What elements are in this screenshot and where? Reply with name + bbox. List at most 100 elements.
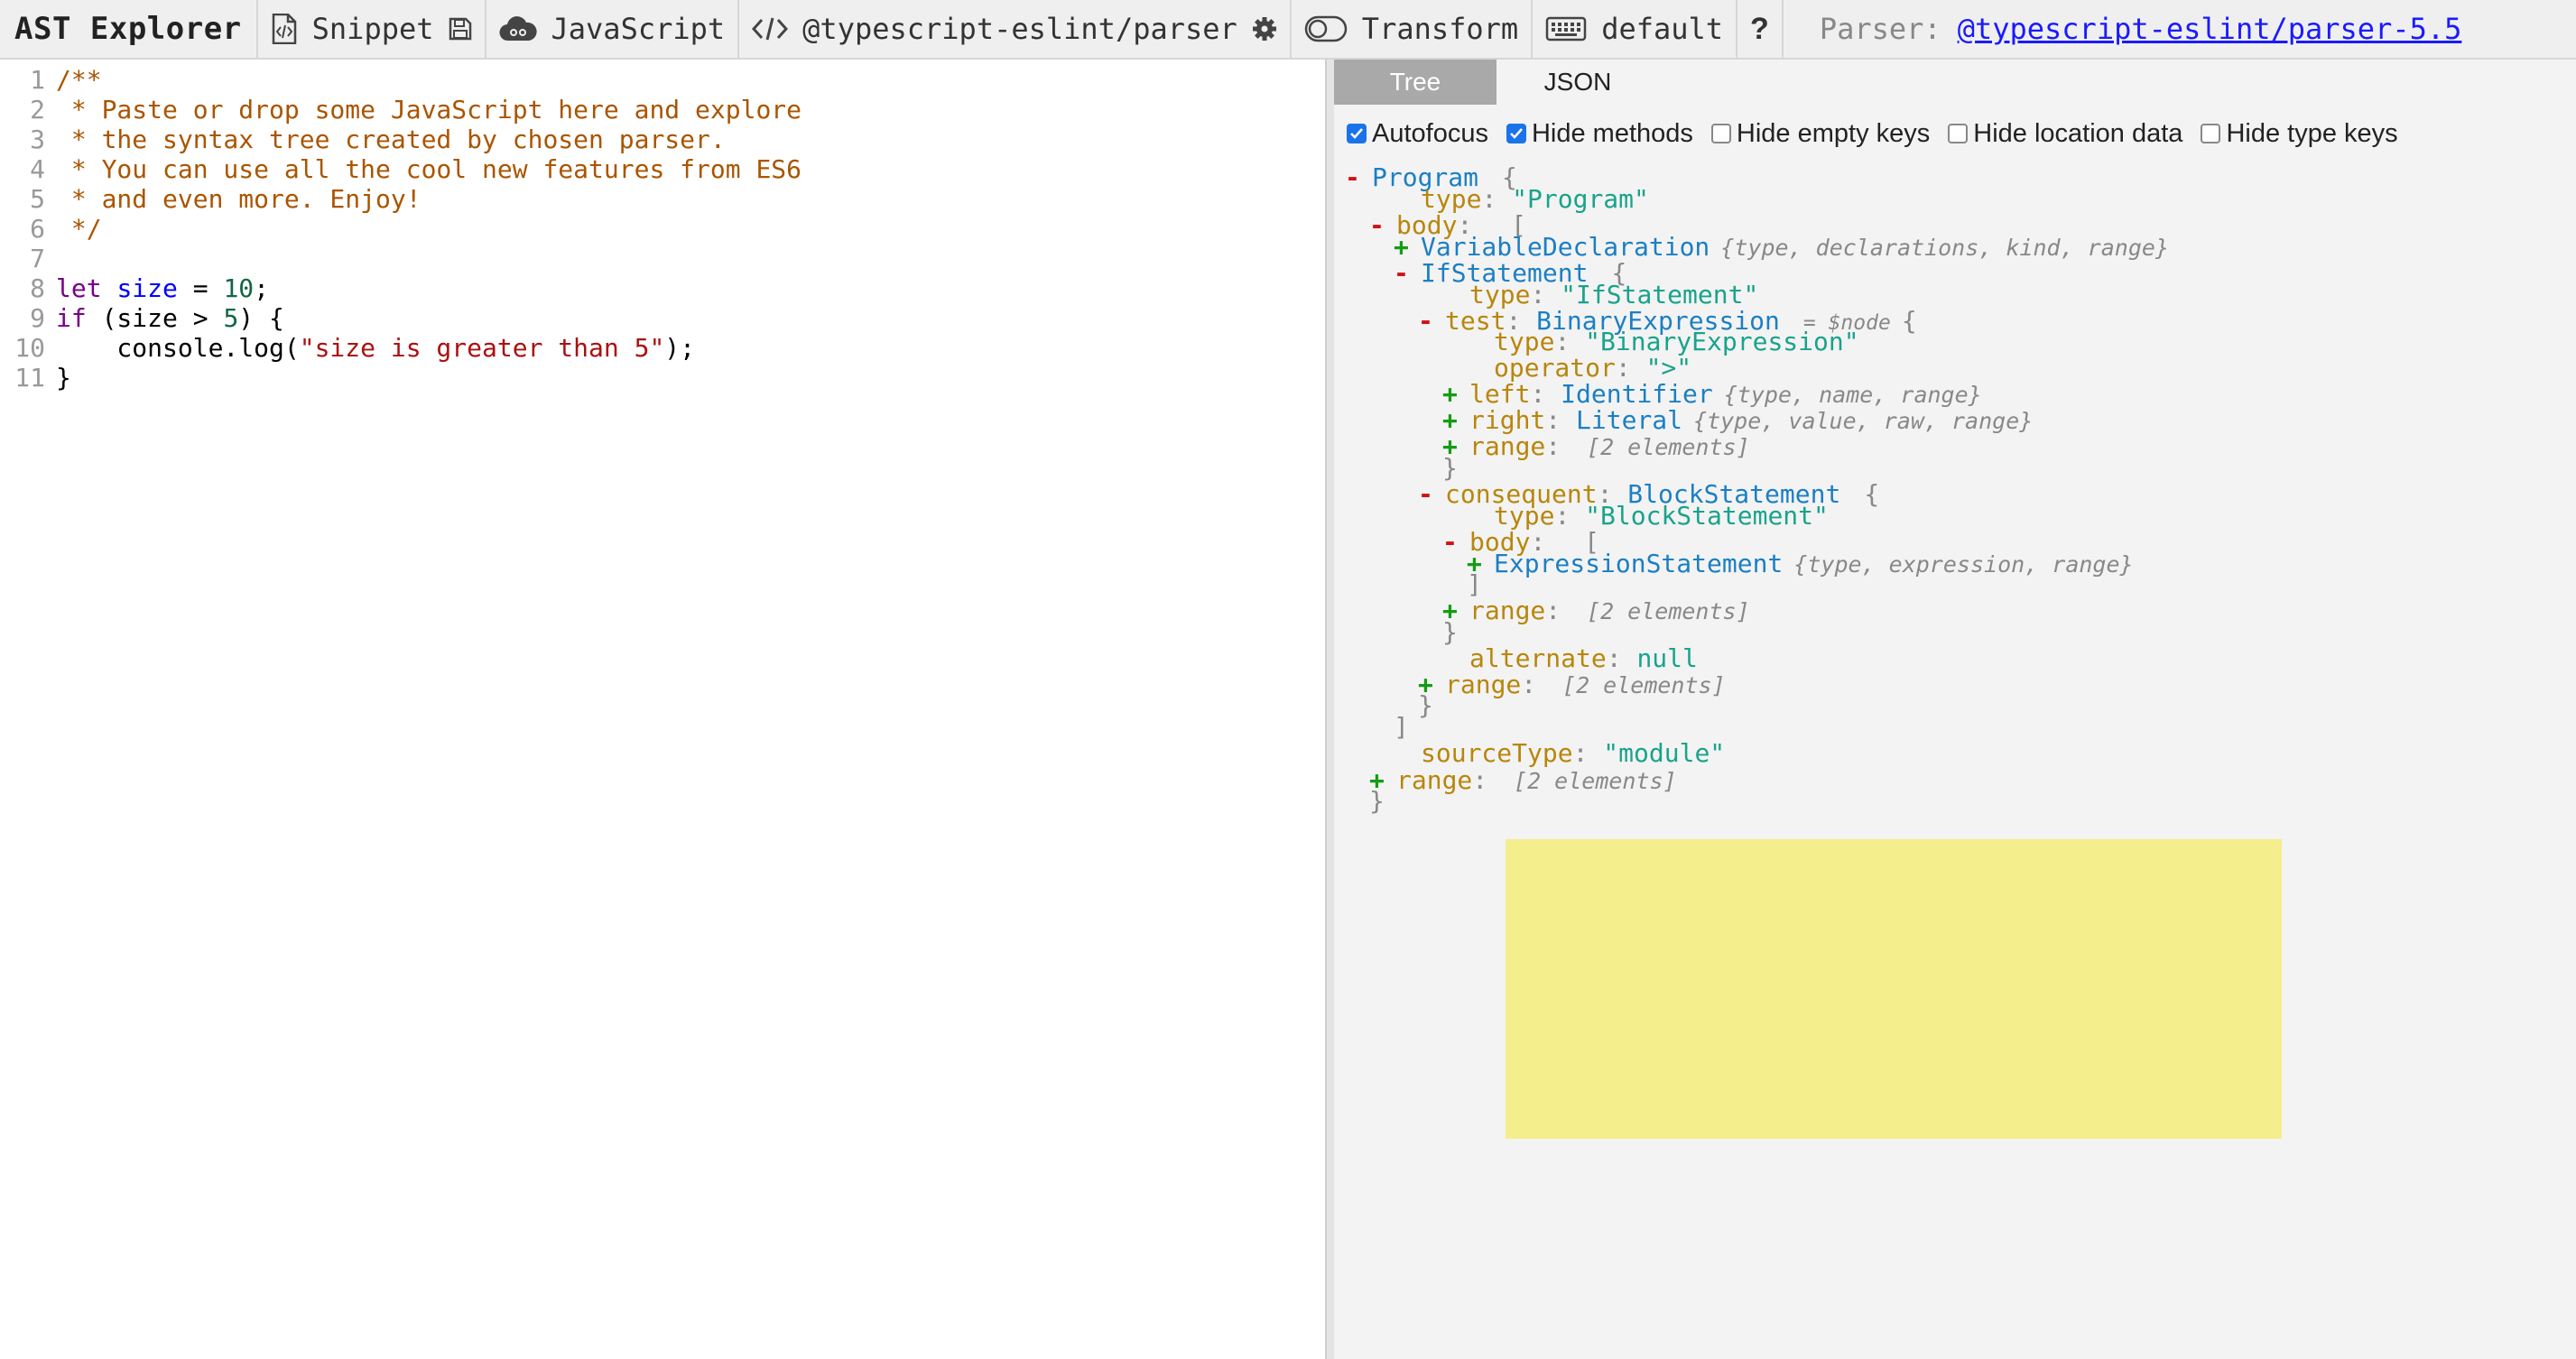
line-content: console.log("size is greater than 5");: [56, 333, 695, 363]
code-token: 10: [223, 273, 255, 303]
code-line: 5 * and even more. Enjoy!: [0, 184, 1325, 214]
checkbox[interactable]: [2201, 124, 2221, 143]
checkbox[interactable]: [1948, 124, 1969, 143]
snippet-label: Snippet: [311, 12, 434, 46]
line-number: 8: [30, 273, 45, 303]
collapse-toggle[interactable]: -: [1418, 306, 1445, 337]
parser-info-link[interactable]: @typescript-eslint/parser-5.5: [1958, 12, 2462, 46]
code-token: /**: [56, 65, 102, 95]
line-content: * You can use all the cool new features …: [56, 154, 802, 184]
colon: :: [1545, 596, 1577, 625]
colon: :: [1521, 670, 1552, 699]
bracket: {: [1864, 479, 1880, 509]
option-hide-location-data[interactable]: Hide location data: [1948, 119, 2182, 149]
tree-node[interactable]: + range: [2 elements]: [1442, 431, 1750, 462]
code-line: 1 /**: [0, 65, 1325, 95]
string-value: "module": [1603, 738, 1726, 768]
line-content: if (size > 5) {: [56, 303, 284, 333]
code-editor[interactable]: 1 /** 2 * Paste or drop some JavaScript he…: [0, 60, 1325, 1359]
collapse-toggle[interactable]: -: [1394, 258, 1421, 289]
node-summary: {type, expression, range}: [1793, 551, 2134, 578]
line-content: let size = 10;: [56, 273, 269, 303]
transform-toggle[interactable]: Transform: [1292, 0, 1534, 58]
toggle-icon: [1304, 15, 1348, 42]
output-tabs: Tree JSON: [1334, 60, 2576, 105]
option-label: Hide methods: [1531, 118, 1693, 148]
code-token: console.log(: [56, 333, 300, 363]
code-line: 3 * the syntax tree created by chosen pa…: [0, 125, 1325, 154]
parser-selector[interactable]: @typescript-eslint/parser: [739, 0, 1292, 58]
line-content: /**: [56, 65, 102, 95]
cloud-icon: [498, 15, 537, 42]
line-content: * the syntax tree created by chosen pars…: [56, 125, 726, 154]
collapse-toggle[interactable]: -: [1442, 527, 1469, 558]
code-token: let: [56, 273, 102, 303]
snippet-menu[interactable]: Snippet: [258, 0, 486, 58]
line-content: */: [56, 214, 102, 244]
parser-info: Parser: @typescript-eslint/parser-5.5: [1784, 0, 2462, 58]
collapse-toggle[interactable]: -: [1345, 162, 1372, 193]
code-token: * Paste or drop some JavaScript here and…: [56, 95, 802, 125]
code-token: * the syntax tree created by chosen pars…: [56, 125, 726, 154]
code-token: ) {: [238, 303, 284, 333]
code-line: 11}: [0, 363, 1325, 393]
line-content: * and even more. Enjoy!: [56, 184, 422, 214]
tab-json[interactable]: JSON: [1496, 60, 1659, 105]
node-key: range: [1445, 670, 1522, 699]
option-autofocus[interactable]: Autofocus: [1347, 119, 1488, 149]
app-title: AST Explorer: [0, 0, 258, 58]
code-token: =: [177, 273, 224, 303]
code-token: * You can use all the cool new features …: [56, 154, 802, 184]
checkbox[interactable]: [1506, 124, 1526, 143]
bracket: {: [1901, 306, 1917, 336]
node-summary: {type, value, raw, range}: [1693, 408, 2034, 434]
node-key: range: [1469, 596, 1546, 625]
tree-node[interactable]: + range: [2 elements]: [1369, 765, 1677, 796]
save-icon[interactable]: [449, 17, 472, 41]
code-line: 4 * You can use all the cool new feature…: [0, 154, 1325, 184]
string-value: "Program": [1512, 184, 1649, 214]
line-number: 1: [30, 65, 45, 95]
node-key: range: [1469, 431, 1546, 461]
code-token: "size is greater than 5": [299, 333, 665, 363]
checkbox[interactable]: [1710, 124, 1731, 143]
colon: :: [1572, 738, 1604, 768]
tab-tree[interactable]: Tree: [1334, 60, 1496, 105]
code-line: 2 * Paste or drop some JavaScript here a…: [0, 95, 1325, 125]
tree-close-bracket: }: [1369, 786, 1385, 817]
collapse-toggle[interactable]: -: [1369, 210, 1396, 241]
code-token: );: [664, 333, 696, 363]
line-content: * Paste or drop some JavaScript here and…: [56, 95, 802, 125]
code-token: if: [56, 303, 87, 333]
tree-node[interactable]: + ExpressionStatement {type, expression, r…: [1467, 549, 2134, 579]
tree-node[interactable]: + range: [2 elements]: [1442, 596, 1750, 626]
keymap-selector[interactable]: default: [1533, 0, 1738, 58]
collapse-toggle[interactable]: -: [1418, 479, 1445, 510]
parser-info-prefix: Parser:: [1819, 12, 1941, 46]
transform-label: Transform: [1361, 12, 1519, 46]
node-summary: [2 elements]: [1562, 672, 1726, 698]
node-type[interactable]: ExpressionStatement: [1494, 549, 1783, 578]
option-label: Hide type keys: [2226, 118, 2398, 148]
option-hide-type-keys[interactable]: Hide type keys: [2201, 118, 2398, 149]
node-summary: {type, declarations, kind, range}: [1720, 235, 2169, 261]
line-content: }: [56, 363, 71, 393]
string-value: "BlockStatement": [1585, 501, 1829, 531]
option-label: Autofocus: [1372, 118, 1488, 148]
line-number: 9: [30, 303, 45, 333]
code-token: size: [116, 273, 178, 303]
toolbar: AST Explorer Snippet JavaScript @typescr…: [0, 0, 2576, 60]
node-summary: [2 elements]: [1514, 768, 1677, 794]
option-hide-methods[interactable]: Hide methods: [1506, 119, 1693, 149]
line-number: 10: [14, 333, 45, 363]
option-hide-empty-keys[interactable]: Hide empty keys: [1710, 119, 1930, 149]
node-summary: [2 elements]: [1587, 598, 1750, 624]
gear-icon[interactable]: [1252, 16, 1277, 42]
checkbox[interactable]: [1347, 124, 1367, 143]
help-icon: ?: [1750, 11, 1769, 46]
node-summary: {type, name, range}: [1723, 382, 1982, 408]
language-selector[interactable]: JavaScript: [486, 0, 740, 58]
tree-node[interactable]: + range: [2 elements]: [1418, 670, 1726, 700]
help-button[interactable]: ?: [1737, 0, 1784, 58]
parser-label: @typescript-eslint/parser: [802, 12, 1237, 46]
